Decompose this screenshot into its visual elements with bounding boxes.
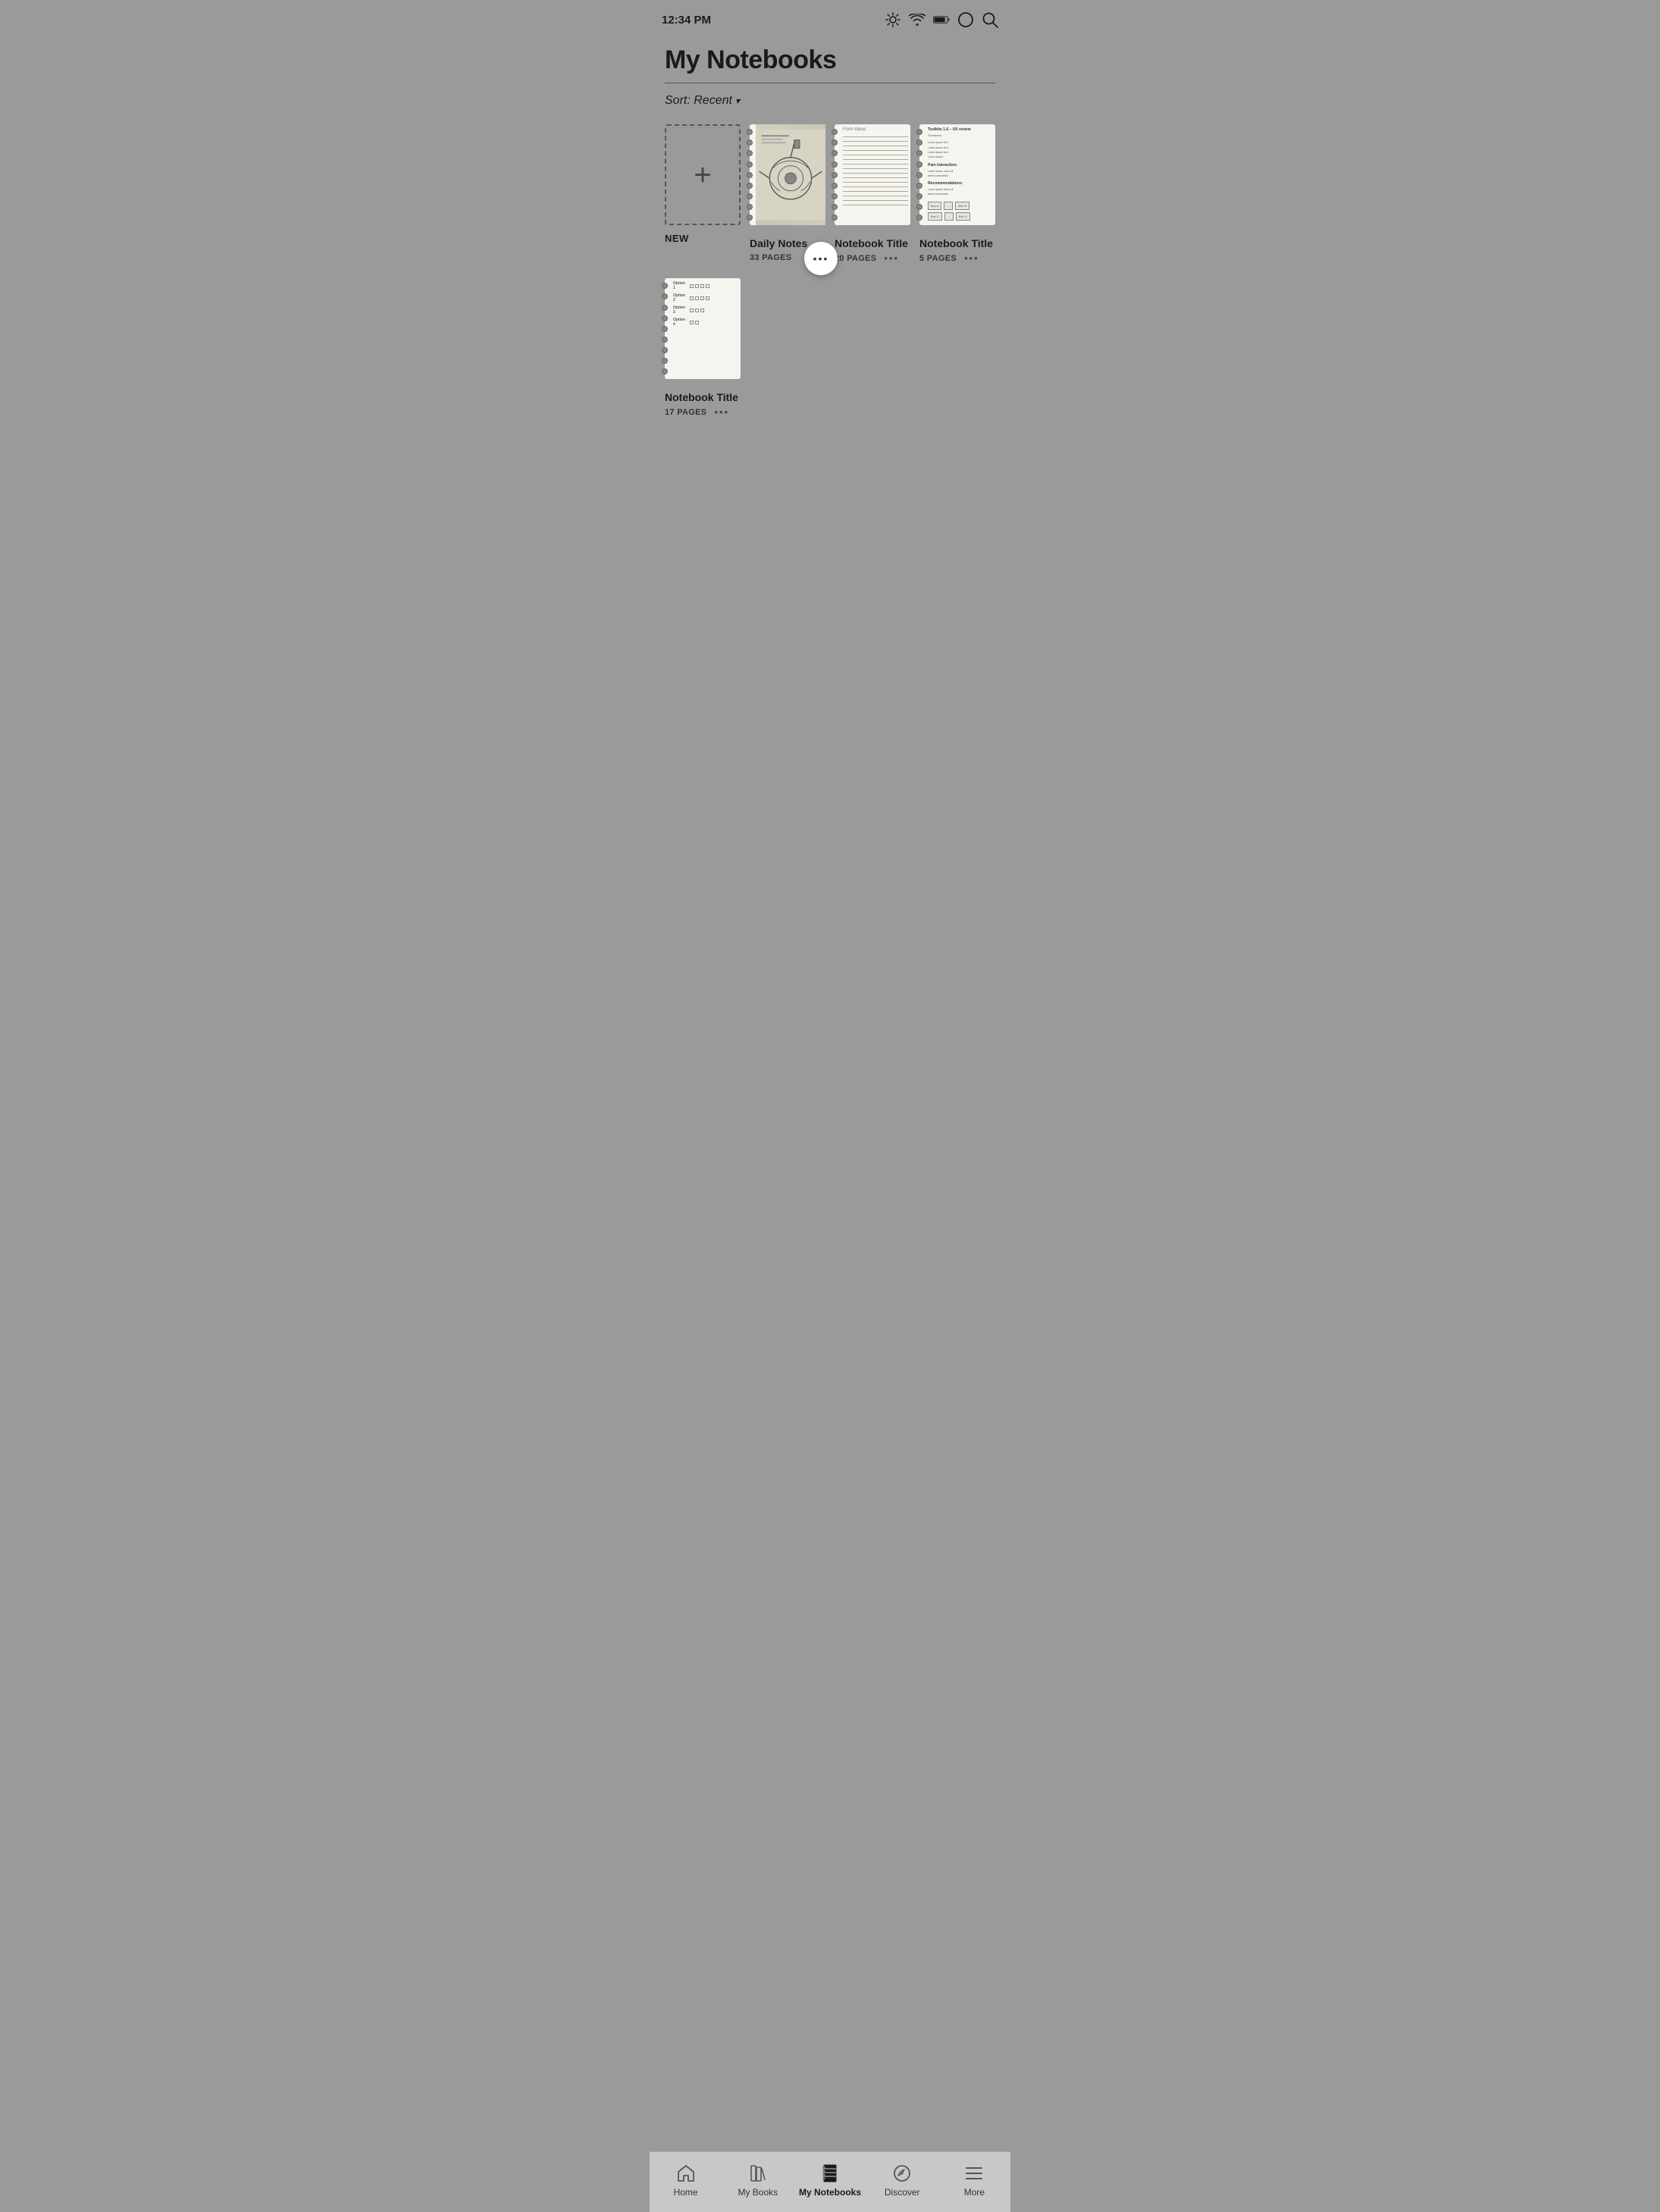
nav-label-home: Home — [674, 2187, 698, 2198]
notebook-cover-4[interactable]: Option 1 Option 2 — [665, 278, 741, 379]
sort-label[interactable]: Sort: Recent ▾ — [665, 94, 740, 108]
notebook-title-2: Notebook Title — [835, 237, 908, 250]
notebook-cover-daily-notes[interactable] — [750, 124, 825, 225]
notebook-title-3: Notebook Title — [919, 237, 993, 250]
notebook-pages-4: 17 PAGES — [665, 408, 706, 417]
battery-icon — [933, 11, 950, 28]
spiral-binding-3 — [916, 124, 922, 225]
my-books-icon — [747, 2163, 769, 2184]
new-notebook-cover[interactable]: + — [665, 124, 741, 225]
notebook-item-4[interactable]: Option 1 Option 2 — [665, 278, 741, 417]
notebook-pages-2: 20 PAGES — [835, 254, 876, 263]
spiral-binding — [747, 124, 753, 225]
notebook-cover-3[interactable]: Toolkits 1.6 – UX review Scenarios: Lore… — [919, 124, 995, 225]
status-bar: 12:34 PM — [650, 0, 1010, 36]
nav-label-my-books: My Books — [738, 2187, 778, 2198]
more-button-2[interactable]: ••• — [884, 253, 899, 263]
notebook-meta-4: 17 PAGES ••• — [665, 407, 729, 417]
notebook-meta-daily-notes: 33 PAGES — [750, 253, 791, 262]
nav-label-discover: Discover — [885, 2187, 920, 2198]
notebook-pages-3: 5 PAGES — [919, 254, 957, 263]
notebook-inner-2: Form Ideas — [841, 124, 910, 225]
nav-label-more: More — [964, 2187, 985, 2198]
sort-chevron-icon: ▾ — [735, 96, 740, 106]
home-icon — [675, 2163, 697, 2184]
search-icon[interactable] — [982, 11, 998, 28]
notebook-title-daily-notes: Daily Notes — [750, 237, 807, 250]
sync-icon — [957, 11, 974, 28]
more-button-4[interactable]: ••• — [714, 407, 729, 417]
more-button-3[interactable]: ••• — [964, 253, 979, 263]
notebook-inner-3: Toolkits 1.6 – UX review Scenarios: Lore… — [926, 124, 995, 225]
status-time: 12:34 PM — [662, 14, 711, 27]
notebooks-grid: + NEW — [650, 118, 1010, 278]
notebook-item-daily-notes[interactable]: Daily Notes 33 PAGES ••• — [750, 124, 825, 263]
spiral-binding-2 — [832, 124, 838, 225]
more-dots-icon: ••• — [813, 253, 829, 264]
notebook-title-4: Notebook Title — [665, 391, 738, 404]
brightness-icon — [885, 11, 901, 28]
add-icon: + — [694, 160, 711, 190]
notebook-item-3[interactable]: Toolkits 1.6 – UX review Scenarios: Lore… — [919, 124, 995, 263]
notebook-meta-3: 5 PAGES ••• — [919, 253, 979, 263]
my-notebooks-icon — [819, 2163, 841, 2184]
more-menu-button-active[interactable]: ••• — [804, 242, 838, 275]
nav-item-my-books[interactable]: My Books — [722, 2163, 794, 2198]
notebook-inner-daily-notes — [756, 124, 825, 225]
nav-item-my-notebooks[interactable]: My Notebooks — [794, 2163, 866, 2198]
nav-item-home[interactable]: Home — [650, 2163, 722, 2198]
nav-item-more[interactable]: More — [938, 2163, 1010, 2198]
page-title: My Notebooks — [665, 45, 995, 75]
new-notebook-item[interactable]: + NEW — [665, 124, 741, 263]
new-notebook-label: NEW — [665, 233, 689, 244]
header: My Notebooks — [650, 36, 1010, 75]
notebook-inner-4: Option 1 Option 2 — [671, 278, 741, 379]
spiral-binding-4 — [662, 278, 668, 379]
notebooks-row2: Option 1 Option 2 — [650, 278, 1010, 432]
bottom-nav: Home My Books — [650, 2151, 1010, 2212]
wifi-icon — [909, 11, 926, 28]
bottom-spacer — [650, 432, 1010, 500]
nav-item-discover[interactable]: Discover — [866, 2163, 938, 2198]
sort-bar[interactable]: Sort: Recent ▾ — [650, 83, 1010, 118]
discover-icon — [891, 2163, 913, 2184]
notebook-item-2[interactable]: Form Ideas — [835, 124, 910, 263]
notebook-pages-daily-notes: 33 PAGES — [750, 253, 791, 262]
nav-label-my-notebooks: My Notebooks — [799, 2187, 861, 2198]
notebook-meta-2: 20 PAGES ••• — [835, 253, 899, 263]
status-icons — [885, 11, 998, 28]
more-icon — [963, 2163, 985, 2184]
notebook-cover-2[interactable]: Form Ideas — [835, 124, 910, 225]
